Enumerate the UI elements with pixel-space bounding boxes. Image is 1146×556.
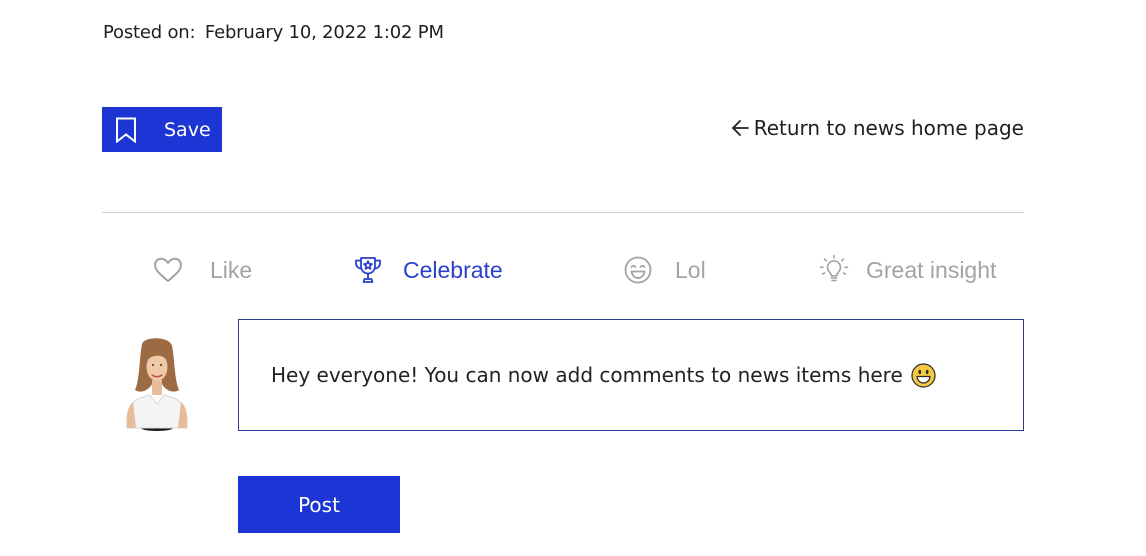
lightbulb-icon xyxy=(819,254,849,282)
user-avatar xyxy=(126,338,188,431)
return-home-link[interactable]: Return to news home page xyxy=(730,116,1024,140)
save-label: Save xyxy=(164,118,211,141)
bookmark-icon xyxy=(116,117,136,143)
arrow-left-icon xyxy=(731,120,749,136)
divider xyxy=(102,212,1024,213)
posted-on: Posted on: February 10, 2022 1:02 PM xyxy=(103,22,444,43)
reaction-celebrate-label: Celebrate xyxy=(403,256,503,283)
posted-label: Posted on: xyxy=(103,22,196,43)
reaction-like[interactable]: Like xyxy=(152,250,252,290)
reaction-like-label: Like xyxy=(210,256,253,283)
reaction-lol[interactable]: Lol xyxy=(622,250,706,290)
heart-icon xyxy=(154,257,182,282)
reaction-celebrate[interactable]: Celebrate xyxy=(352,250,503,290)
grinning-face-icon xyxy=(911,362,936,388)
reaction-great-insight[interactable]: Great insight xyxy=(818,250,996,290)
comment-input[interactable]: Hey everyone! You can now add comments t… xyxy=(238,319,1024,431)
reaction-great-insight-label: Great insight xyxy=(866,256,997,283)
laughing-face-icon xyxy=(624,256,652,284)
comment-text: Hey everyone! You can now add comments t… xyxy=(271,363,903,387)
post-label: Post xyxy=(298,492,340,517)
trophy-icon xyxy=(355,257,381,283)
post-button[interactable]: Post xyxy=(238,476,400,533)
reaction-lol-label: Lol xyxy=(675,256,706,283)
save-button[interactable]: Save xyxy=(102,107,222,152)
return-label: Return to news home page xyxy=(753,116,1024,140)
posted-date: February 10, 2022 1:02 PM xyxy=(204,22,444,43)
